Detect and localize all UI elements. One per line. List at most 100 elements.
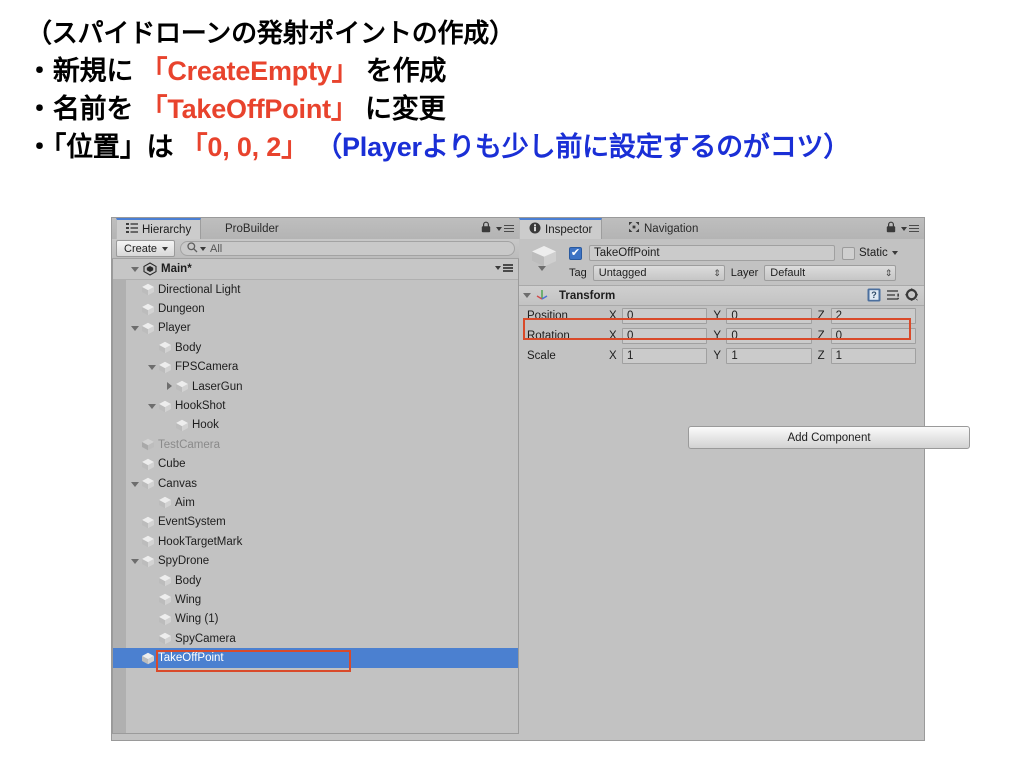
search-filter-caret-icon[interactable] xyxy=(200,246,207,251)
hierarchy-item-hooktargetmark[interactable]: HookTargetMark xyxy=(113,532,518,551)
transform-title: Transform xyxy=(559,289,616,302)
search-input-value: All xyxy=(210,242,223,255)
hierarchy-item-spycamera[interactable]: SpyCamera xyxy=(113,629,518,648)
transform-scale-x-field[interactable]: 1 xyxy=(622,348,708,364)
transform-position-y-field[interactable]: 0 xyxy=(726,308,812,324)
gameobject-icon-dropdown-icon[interactable] xyxy=(538,266,546,271)
hierarchy-item-aim[interactable]: Aim xyxy=(113,493,518,512)
transform-rotation-z-field[interactable]: 0 xyxy=(830,328,916,344)
gameobject-name-value: TakeOffPoint xyxy=(594,247,660,259)
transform-foldout-icon[interactable] xyxy=(523,293,531,298)
hierarchy-item-hookshot[interactable]: HookShot xyxy=(113,396,518,415)
hierarchy-item-spydrone[interactable]: SpyDrone xyxy=(113,551,518,570)
gameobject-cube-icon xyxy=(158,632,172,645)
layer-dropdown[interactable]: Default ⇕ xyxy=(764,265,897,281)
gameobject-cube-icon xyxy=(158,593,172,606)
hierarchy-item-label: SpyCamera xyxy=(175,632,236,645)
gameobject-cube-icon xyxy=(141,322,155,335)
line-2-post: を作成 xyxy=(358,56,447,86)
menu-icon[interactable] xyxy=(901,224,919,233)
hierarchy-item-body[interactable]: Body xyxy=(113,571,518,590)
hierarchy-item-lasergun[interactable]: LaserGun xyxy=(113,377,518,396)
search-input[interactable]: All xyxy=(180,241,515,256)
hierarchy-item-player[interactable]: Player xyxy=(113,319,518,338)
tab-inspector[interactable]: Inspector xyxy=(519,218,603,239)
hierarchy-item-label: HookShot xyxy=(175,400,226,413)
line-4-pre: 「位置」は xyxy=(52,132,181,162)
foldout-open-icon[interactable] xyxy=(129,555,141,567)
transform-rotation-y-field[interactable]: 0 xyxy=(726,328,812,344)
axis-label-y: Y xyxy=(713,350,721,362)
foldout-open-icon[interactable] xyxy=(129,322,141,334)
tab-hierarchy[interactable]: Hierarchy xyxy=(116,218,202,239)
axis-label-y: Y xyxy=(713,310,721,322)
layer-stepper-icon: ⇕ xyxy=(884,267,893,278)
transform-row-scale: Scale X 1 Y 1 Z 1 xyxy=(519,346,924,366)
add-component-button[interactable]: Add Component xyxy=(688,426,970,449)
tab-probuilder[interactable]: ProBuilder xyxy=(216,218,288,239)
gameobject-cube-icon xyxy=(158,361,172,374)
slide-line-2: ・新規に 「CreateEmpty」 を作成 xyxy=(26,52,1006,90)
foldout-open-icon[interactable] xyxy=(129,478,141,490)
chevron-down-icon xyxy=(162,246,169,251)
static-toggle-group[interactable]: Static xyxy=(842,246,898,260)
scene-foldout-icon[interactable] xyxy=(131,266,139,272)
menu-icon[interactable] xyxy=(496,224,514,233)
hierarchy-item-cube[interactable]: Cube xyxy=(113,455,518,474)
hierarchy-tree-body: Main* Directional Light Dungeon Player Body… xyxy=(112,259,519,734)
slide-line-1: （スパイドローンの発射ポイントの作成） xyxy=(26,18,515,48)
field-value: 0 xyxy=(731,330,738,342)
gameobject-enabled-checkbox[interactable]: ✔ xyxy=(569,246,582,260)
hierarchy-item-eventsystem[interactable]: EventSystem xyxy=(113,513,518,532)
field-value: 0 xyxy=(627,330,634,342)
create-button[interactable]: Create xyxy=(116,240,176,257)
axis-label-z: Z xyxy=(817,310,825,322)
hierarchy-item-dungeon[interactable]: Dungeon xyxy=(113,299,518,318)
hierarchy-item-hook[interactable]: Hook xyxy=(113,416,518,435)
hierarchy-item-fpscamera[interactable]: FPSCamera xyxy=(113,358,518,377)
transform-row-label: Rotation xyxy=(527,330,570,342)
line-4-highlight: 「0, 0, 2」 xyxy=(180,132,308,162)
foldout-closed-icon[interactable] xyxy=(163,381,175,393)
static-dropdown-icon[interactable] xyxy=(891,251,898,255)
gameobject-cube-icon xyxy=(141,535,155,548)
gameobject-name-field[interactable]: TakeOffPoint xyxy=(589,245,835,261)
hierarchy-item-takeoffpoint[interactable]: TakeOffPoint xyxy=(113,648,518,668)
scene-row-main[interactable]: Main* xyxy=(113,259,518,280)
transform-component-header[interactable]: Transform ? xyxy=(519,286,924,306)
tab-navigation[interactable]: Navigation xyxy=(619,218,707,239)
hierarchy-item-label: Player xyxy=(158,322,191,335)
transform-scale-z-field[interactable]: 1 xyxy=(830,348,916,364)
hierarchy-item-canvas[interactable]: Canvas xyxy=(113,474,518,493)
hierarchy-toolbar: Create All xyxy=(112,239,519,259)
hierarchy-item-directional-light[interactable]: Directional Light xyxy=(113,280,518,299)
static-checkbox[interactable] xyxy=(842,246,855,260)
transform-rotation-x-field[interactable]: 0 xyxy=(622,328,708,344)
hierarchy-item-label: LaserGun xyxy=(192,380,243,393)
gear-icon[interactable] xyxy=(905,288,919,305)
hierarchy-item-body[interactable]: Body xyxy=(113,338,518,357)
transform-position-z-field[interactable]: 2 xyxy=(830,308,916,324)
foldout-open-icon[interactable] xyxy=(146,400,158,412)
transform-position-x-field[interactable]: 0 xyxy=(622,308,708,324)
line-2-pre: 新規に xyxy=(52,56,141,86)
lock-icon[interactable] xyxy=(481,221,491,236)
hierarchy-item-label: Wing xyxy=(175,593,202,606)
lock-icon[interactable] xyxy=(886,221,896,236)
hierarchy-item-testcamera[interactable]: TestCamera xyxy=(113,435,518,454)
hierarchy-tabbar: Hierarchy ProBuilder xyxy=(112,218,519,240)
gameobject-cube-icon xyxy=(141,652,155,665)
foldout-open-icon[interactable] xyxy=(146,361,158,373)
tag-dropdown[interactable]: Untagged ⇕ xyxy=(592,265,725,281)
inspector-panel: Inspector Navigation ✔ TakeOffPoint Stat… xyxy=(519,218,970,740)
axis-label-z: Z xyxy=(817,330,825,342)
preset-icon[interactable] xyxy=(886,288,900,305)
scene-menu-icon[interactable] xyxy=(495,264,513,272)
hierarchy-item-wing-1[interactable]: Wing (1) xyxy=(113,610,518,629)
hierarchy-item-wing[interactable]: Wing xyxy=(113,590,518,609)
slide-heading: （スパイドローンの発射ポイントの作成） ・新規に 「CreateEmpty」 を… xyxy=(26,14,1006,166)
axis-label-x: X xyxy=(609,350,617,362)
transform-row-rotation: Rotation X 0 Y 0 Z 0 xyxy=(519,326,924,346)
transform-scale-y-field[interactable]: 1 xyxy=(726,348,812,364)
help-book-icon[interactable]: ? xyxy=(867,288,881,305)
